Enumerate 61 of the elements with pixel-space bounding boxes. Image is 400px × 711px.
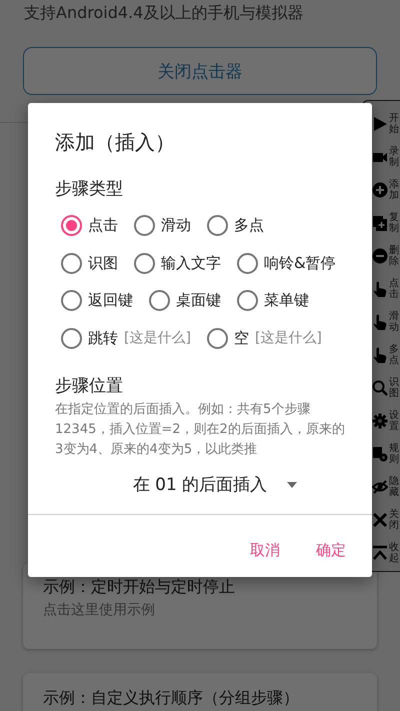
close-icon[interactable] xyxy=(372,512,388,528)
help-link[interactable]: [这是什么] xyxy=(124,329,191,348)
radio-button[interactable] xyxy=(207,215,228,236)
toolbar-label: 关闭 xyxy=(389,508,399,530)
radio-option[interactable]: 滑动 xyxy=(134,215,191,236)
eye-slash-icon[interactable] xyxy=(372,478,388,494)
section-heading: 步骤类型 xyxy=(55,178,124,201)
help-link[interactable]: [这是什么] xyxy=(254,329,322,348)
radio-button[interactable] xyxy=(149,290,170,312)
play-icon[interactable] xyxy=(372,116,388,132)
position-dropdown[interactable]: 在 01 的后面插入 xyxy=(102,473,298,496)
toolbar-label: 添加 xyxy=(389,178,399,200)
toolbar-label: 识图 xyxy=(389,376,399,398)
position-description: 在指定位置的后面插入。例如：共有5个步骤12345，插入位置=2，则在2的后面插入，原来的3变为4、原来的4变为5，以此类推 xyxy=(55,401,345,459)
toolbar-label: 滑动 xyxy=(389,310,399,332)
radio-button[interactable] xyxy=(61,290,82,312)
copy-icon[interactable] xyxy=(372,214,388,230)
radio-button[interactable] xyxy=(61,215,82,236)
dialog-title: 添加（插入） xyxy=(55,129,176,155)
radio-button[interactable] xyxy=(134,215,155,236)
radio-option[interactable]: 点击 xyxy=(61,215,118,236)
radio-option[interactable]: 返回键 xyxy=(61,290,133,312)
toolbar-label: 隐藏 xyxy=(389,476,399,498)
toolbar-label: 多点 xyxy=(389,344,399,366)
hand-icon[interactable] xyxy=(372,280,388,296)
toolbar-label: 复制 xyxy=(389,212,399,234)
radio-option[interactable]: 空 xyxy=(206,328,249,349)
toolbar-label: 点击 xyxy=(389,278,399,300)
radio-option[interactable]: 多点 xyxy=(207,215,264,236)
remove-icon[interactable] xyxy=(372,248,388,264)
hand-icon[interactable] xyxy=(372,346,388,362)
example-card[interactable]: 示例：自定义执行顺序（分组步骤） xyxy=(23,673,377,711)
toolbar-label: 收起 xyxy=(389,542,399,564)
chevron-up-icon[interactable] xyxy=(372,544,388,560)
radio-option[interactable]: 输入文字 xyxy=(134,252,221,274)
toolbar-label: 规则 xyxy=(389,442,399,464)
radio-button[interactable] xyxy=(237,252,258,274)
add-icon[interactable] xyxy=(372,182,388,198)
radio-option[interactable]: 桌面键 xyxy=(149,290,221,312)
radio-option[interactable]: 识图 xyxy=(61,252,118,274)
radio-button[interactable] xyxy=(61,328,82,349)
radio-button[interactable] xyxy=(134,252,155,274)
radio-button[interactable] xyxy=(206,328,228,349)
card-title: 示例：自定义执行顺序（分组步骤） xyxy=(43,688,300,708)
radio-option[interactable]: 响铃&暂停 xyxy=(237,252,336,274)
card-subtitle: 点击这里使用示例 xyxy=(43,601,156,619)
support-note: 支持Android4.4及以上的手机与模拟器 xyxy=(23,2,304,24)
radio-button[interactable] xyxy=(237,290,258,312)
radio-option[interactable]: 跳转 xyxy=(61,328,118,349)
radio-button[interactable] xyxy=(61,252,82,274)
toolbar-label: 开始 xyxy=(389,112,399,134)
toolbar-label: 删除 xyxy=(389,244,399,266)
section-heading: 步骤位置 xyxy=(55,375,124,398)
search-icon[interactable] xyxy=(372,380,388,396)
toolbar-label: 设置 xyxy=(389,410,399,432)
document-gear-icon[interactable] xyxy=(372,446,388,462)
hand-icon[interactable] xyxy=(372,314,388,330)
card-title: 示例：定时开始与定时停止 xyxy=(43,577,236,597)
radio-option[interactable]: 菜单键 xyxy=(237,290,309,312)
caret-icon xyxy=(287,482,298,488)
toolbar-label: 录制 xyxy=(389,146,399,168)
